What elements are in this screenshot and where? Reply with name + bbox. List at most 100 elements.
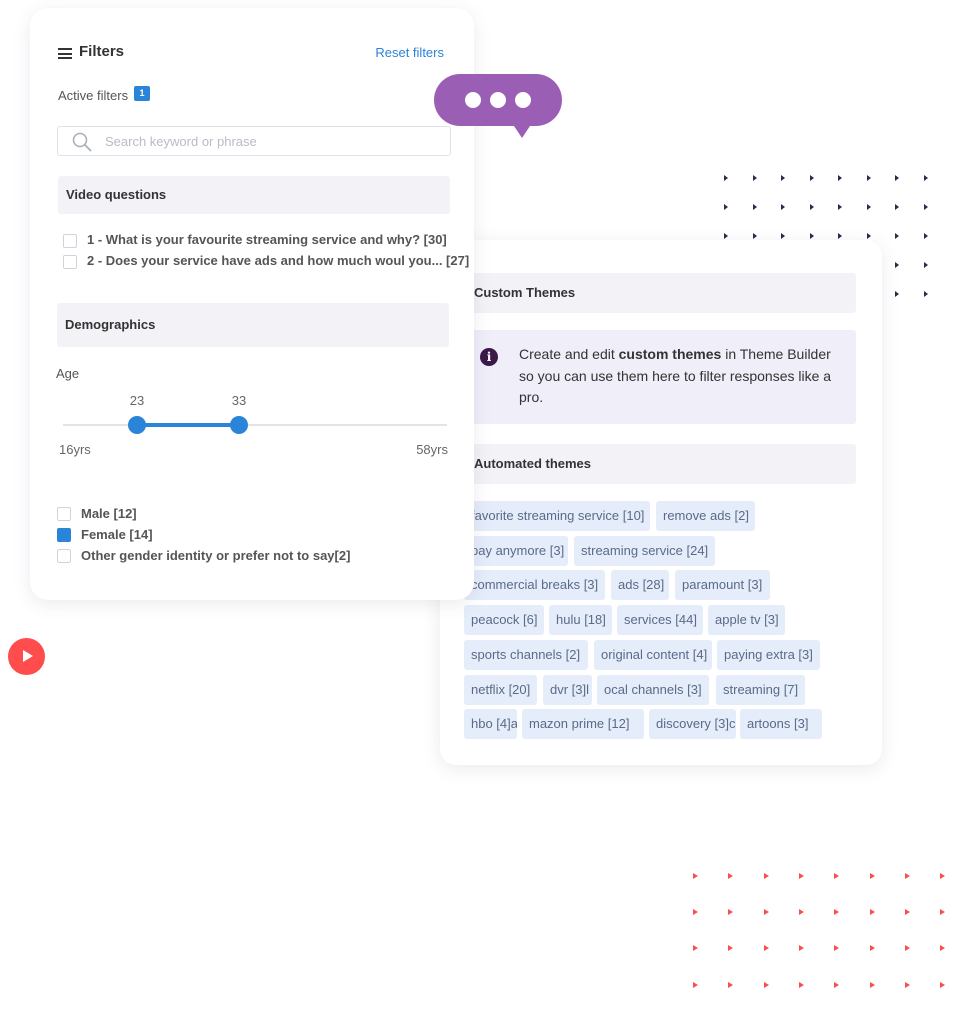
theme-tag[interactable]: paramount [3] (675, 570, 770, 600)
decorative-dot (869, 873, 875, 879)
decorative-dot (834, 909, 840, 916)
gender-other-checkbox[interactable] (57, 549, 71, 563)
decorative-dot (693, 909, 698, 916)
decorative-dot (798, 945, 804, 952)
decorative-dot (923, 262, 928, 268)
theme-tag[interactable]: netflix [20] (464, 675, 537, 705)
automated-themes-heading: Automated themes (464, 444, 856, 484)
decorative-dot (752, 175, 757, 181)
theme-tag[interactable]: mazon prime [12] (522, 709, 644, 739)
decorative-dot (940, 945, 946, 952)
theme-tag[interactable]: streaming [7] (716, 675, 805, 705)
decorative-dot (940, 909, 946, 916)
decorative-dot (763, 873, 769, 879)
theme-tag[interactable]: paying extra [3] (717, 640, 820, 670)
decorative-dot (940, 873, 946, 879)
reset-filters-link[interactable]: Reset filters (375, 45, 444, 60)
gender-male-checkbox[interactable] (57, 507, 71, 521)
gender-female-checkbox[interactable] (57, 528, 71, 542)
theme-tag[interactable]: commercial breaks [3] (464, 570, 605, 600)
age-high-handle[interactable] (230, 416, 248, 434)
decorative-dot (809, 204, 814, 210)
decorative-dot (838, 175, 842, 181)
search-box[interactable] (57, 126, 451, 156)
age-low-value: 23 (129, 393, 145, 408)
decorative-dot (763, 909, 769, 916)
theme-tag[interactable]: hulu [18] (549, 605, 612, 635)
decorative-dot (904, 945, 910, 952)
decorative-dot (798, 981, 804, 988)
decorative-dot (923, 291, 928, 297)
theme-tag[interactable]: favorite streaming service [10] (464, 501, 650, 531)
age-label: Age (56, 366, 80, 381)
age-slider-range (137, 423, 239, 427)
play-button[interactable] (8, 638, 45, 675)
decorative-dot (838, 204, 842, 210)
question-2-label[interactable]: 2 - Does your service have ads and how m… (87, 253, 469, 268)
age-high-value: 33 (231, 393, 247, 408)
decorative-dot (763, 981, 769, 988)
gender-female-label[interactable]: Female [14] (81, 527, 153, 542)
decorative-dot (904, 873, 910, 879)
decorative-dot (904, 981, 910, 988)
decorative-dot (809, 233, 814, 239)
theme-tag[interactable]: ocal channels [3] (597, 675, 709, 705)
decorative-dot (728, 909, 734, 916)
decorative-dot (923, 233, 928, 239)
decorative-dot (923, 175, 928, 181)
custom-themes-info: i Create and edit custom themes in Theme… (464, 330, 856, 424)
decorative-dot (895, 262, 899, 268)
play-icon (23, 650, 33, 662)
decorative-dot (752, 233, 757, 239)
search-input[interactable] (105, 131, 435, 151)
decorative-dot (728, 945, 734, 952)
video-questions-heading: Video questions (58, 176, 450, 214)
decorative-dot (728, 981, 734, 988)
decorative-dot (923, 204, 928, 210)
decorative-dot (895, 204, 899, 210)
decorative-dot (869, 945, 875, 952)
chat-bubble-icon (434, 74, 562, 126)
age-slider-track[interactable] (63, 424, 447, 426)
theme-tag[interactable]: artoons [3] (740, 709, 822, 739)
question-1-checkbox[interactable] (63, 234, 77, 248)
theme-tag[interactable]: hbo [4]a (464, 709, 517, 739)
decorative-dot (752, 204, 757, 210)
gender-other-label[interactable]: Other gender identity or prefer not to s… (81, 548, 350, 563)
gender-male-label[interactable]: Male [12] (81, 506, 137, 521)
theme-tag[interactable]: services [44] (617, 605, 703, 635)
theme-tag[interactable]: peacock [6] (464, 605, 544, 635)
theme-tag[interactable]: original content [4] (594, 640, 712, 670)
decorative-dot (693, 873, 698, 879)
age-low-handle[interactable] (128, 416, 146, 434)
decorative-dot (798, 873, 804, 879)
decorative-dot (834, 981, 840, 988)
decorative-dot (724, 175, 728, 181)
decorative-dot (866, 175, 871, 181)
demographics-heading: Demographics (57, 303, 449, 347)
theme-tag[interactable]: pay anymore [3] (464, 536, 568, 566)
theme-tag[interactable]: dvr [3]l (543, 675, 592, 705)
decorative-dot (838, 233, 842, 239)
theme-tag[interactable]: remove ads [2] (656, 501, 755, 531)
decorative-dot (798, 909, 804, 916)
theme-tag[interactable]: discovery [3]c (649, 709, 736, 739)
theme-tag[interactable]: apple tv [3] (708, 605, 785, 635)
info-icon: i (480, 348, 498, 366)
decorative-dot (781, 233, 785, 239)
decorative-dot (809, 175, 814, 181)
decorative-dot (724, 204, 728, 210)
decorative-dot (940, 981, 946, 988)
search-icon (72, 132, 92, 152)
theme-tag[interactable]: sports channels [2] (464, 640, 588, 670)
age-range-min: 16yrs (59, 442, 91, 457)
question-2-checkbox[interactable] (63, 255, 77, 269)
decorative-dot (834, 873, 840, 879)
decorative-dot (869, 909, 875, 916)
info-text: Create and edit custom themes in Theme B… (519, 346, 832, 405)
decorative-dot (895, 175, 899, 181)
theme-tag[interactable]: ads [28] (611, 570, 669, 600)
decorative-dot (724, 233, 728, 239)
question-1-label[interactable]: 1 - What is your favourite streaming ser… (87, 232, 447, 247)
theme-tag[interactable]: streaming service [24] (574, 536, 715, 566)
